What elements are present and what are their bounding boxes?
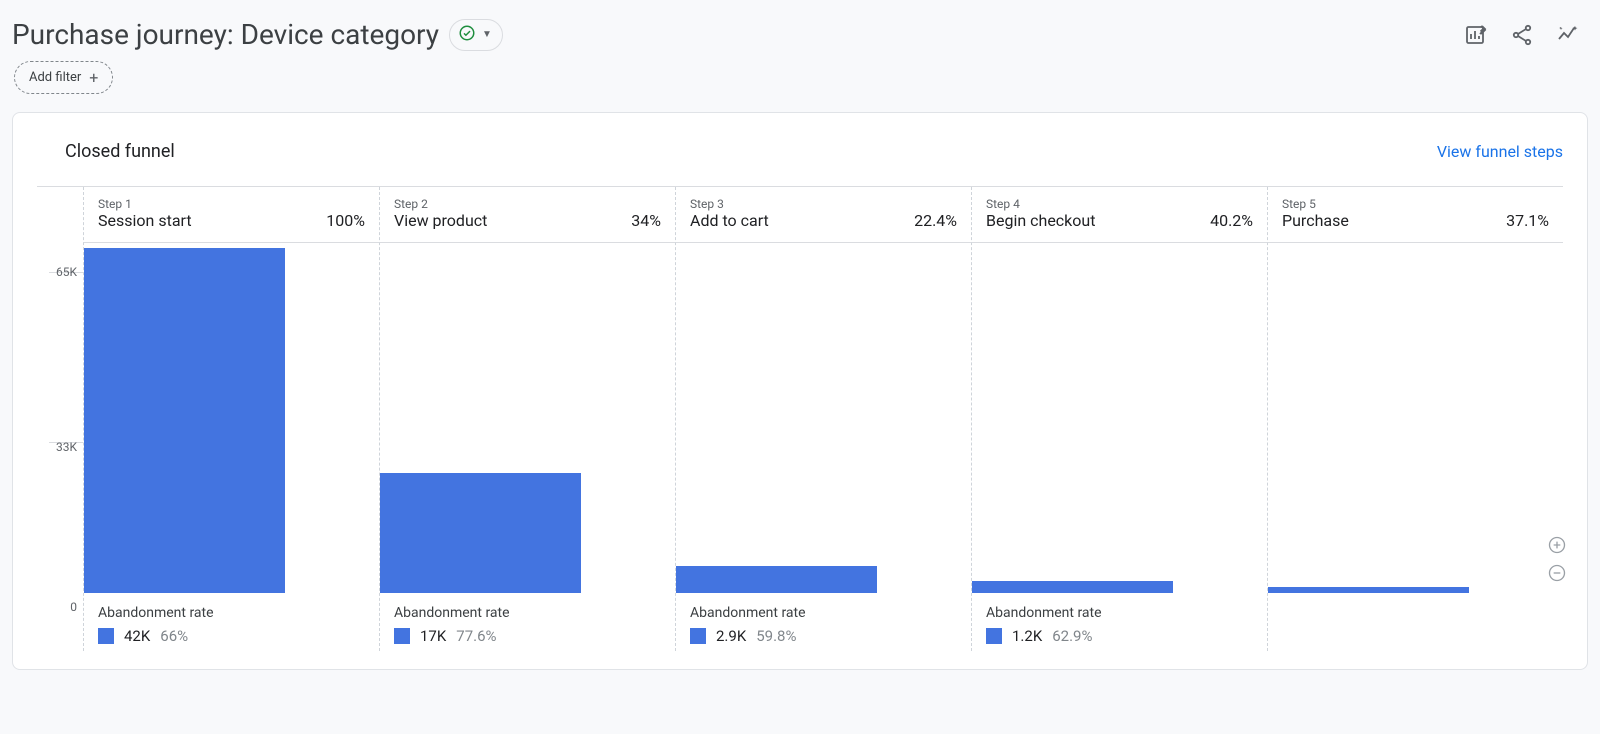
step-number: Step 4 (986, 197, 1253, 211)
legend-swatch (986, 628, 1002, 644)
y-axis: 65K 33K 0 (37, 186, 83, 651)
abandonment-pct: 66% (160, 627, 188, 645)
funnel-bar (1268, 587, 1469, 593)
abandonment-value: 17K (420, 627, 446, 645)
y-tick: 65K (56, 265, 77, 279)
step-name: Session start (98, 211, 192, 230)
step-name: Begin checkout (986, 211, 1095, 230)
zoom-in-button[interactable] (1545, 533, 1569, 557)
step-completion-pct: 34% (631, 211, 661, 230)
funnel-card: Closed funnel View funnel steps 65K 33K … (12, 112, 1588, 670)
step-number: Step 3 (690, 197, 957, 211)
status-dropdown[interactable]: ▼ (449, 19, 503, 51)
insights-icon[interactable] (1556, 23, 1580, 47)
funnel-step: Step 3 Add to cart 22.4% Abandonment rat… (675, 187, 971, 651)
chevron-down-icon: ▼ (482, 29, 492, 40)
funnel-bar (380, 473, 581, 593)
legend-swatch (690, 628, 706, 644)
bar-area (84, 243, 379, 593)
step-name: View product (394, 211, 487, 230)
customize-report-icon[interactable] (1464, 23, 1488, 47)
funnel-bar (84, 248, 285, 593)
add-filter-label: Add filter (29, 70, 81, 85)
abandonment-label: Abandonment rate (986, 605, 1253, 621)
step-name: Add to cart (690, 211, 769, 230)
funnel-step: Step 1 Session start 100% Abandonment ra… (83, 187, 379, 651)
abandonment-value: 1.2K (1012, 627, 1042, 645)
step-completion-pct: 100% (326, 211, 365, 230)
legend-swatch (98, 628, 114, 644)
abandonment-pct: 59.8% (756, 627, 796, 645)
bar-area (972, 243, 1267, 593)
step-number: Step 2 (394, 197, 661, 211)
legend-swatch (394, 628, 410, 644)
share-icon[interactable] (1510, 23, 1534, 47)
step-completion-pct: 37.1% (1506, 211, 1549, 230)
step-number: Step 1 (98, 197, 365, 211)
step-completion-pct: 22.4% (914, 211, 957, 230)
abandonment-label: Abandonment rate (394, 605, 661, 621)
abandonment-pct: 62.9% (1052, 627, 1092, 645)
step-number: Step 5 (1282, 197, 1549, 211)
step-name: Purchase (1282, 211, 1349, 230)
funnel-step: Step 4 Begin checkout 40.2% Abandonment … (971, 187, 1267, 651)
step-completion-pct: 40.2% (1210, 211, 1253, 230)
abandonment-label: Abandonment rate (98, 605, 365, 621)
view-funnel-steps-link[interactable]: View funnel steps (1437, 142, 1563, 161)
funnel-step: Step 2 View product 34% Abandonment rate… (379, 187, 675, 651)
funnel-bar (972, 581, 1173, 593)
funnel-step: Step 5 Purchase 37.1% (1267, 187, 1563, 651)
funnel-chart: 65K 33K 0 Step 1 Session start 100% Aban… (37, 186, 1563, 651)
add-filter-button[interactable]: Add filter + (14, 61, 113, 94)
page-title: Purchase journey: Device category (12, 18, 439, 51)
abandonment-label: Abandonment rate (690, 605, 957, 621)
funnel-bar (676, 566, 877, 593)
bar-area (1268, 243, 1563, 593)
y-tick: 33K (56, 440, 77, 454)
abandonment-value: 2.9K (716, 627, 746, 645)
abandonment-pct: 77.6% (456, 627, 496, 645)
card-title: Closed funnel (37, 141, 175, 162)
check-circle-icon (458, 24, 476, 46)
y-tick: 0 (70, 600, 77, 614)
plus-icon: + (89, 68, 98, 87)
abandonment-value: 42K (124, 627, 150, 645)
bar-area (676, 243, 971, 593)
zoom-out-button[interactable] (1545, 561, 1569, 585)
bar-area (380, 243, 675, 593)
